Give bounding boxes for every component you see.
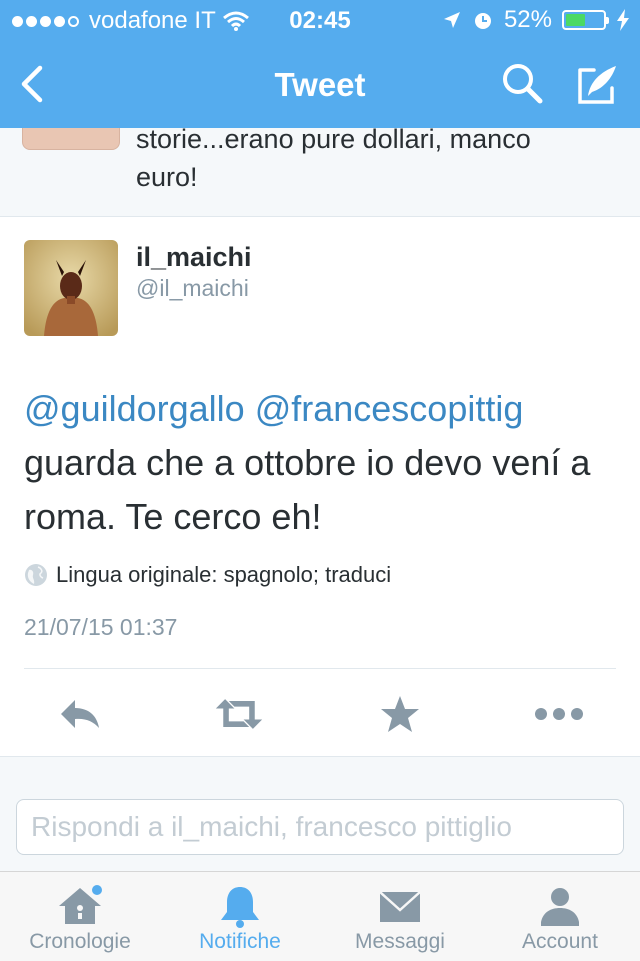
previous-tweet[interactable]: storie...erano pure dollari, manco euro!	[0, 128, 640, 217]
tab-account[interactable]: Account	[480, 872, 640, 961]
tweet-text: @guildorgallo @francescopittig guarda ch…	[24, 382, 620, 544]
battery-percent: 52%	[503, 6, 552, 33]
globe-icon	[25, 564, 47, 586]
avatar[interactable]	[24, 240, 118, 336]
more-options-button[interactable]	[534, 692, 584, 736]
location-arrow-icon	[443, 12, 460, 28]
status-right: 52%	[442, 6, 630, 34]
reply-icon	[61, 700, 99, 728]
tab-label: Messaggi	[355, 930, 445, 953]
user-handle[interactable]: @il_maichi	[136, 275, 249, 302]
envelope-icon	[379, 891, 421, 922]
tab-cronologie[interactable]: Cronologie	[0, 872, 160, 961]
reply-button[interactable]	[55, 692, 105, 736]
battery-icon	[562, 10, 609, 30]
user-display-name[interactable]: il_maichi	[136, 242, 252, 273]
charging-bolt-icon	[617, 9, 629, 31]
tweet-actions	[0, 682, 640, 746]
nav-bar: Tweet	[0, 40, 640, 128]
translate-link[interactable]: Lingua originale: spagnolo; traduci	[24, 562, 391, 588]
favorite-button[interactable]	[375, 692, 425, 736]
mention-link[interactable]: @francescopittig	[255, 388, 524, 429]
reply-bar	[0, 785, 640, 871]
status-bar: vodafone IT 02:45 52%	[0, 0, 640, 40]
compose-tweet-icon[interactable]	[572, 60, 620, 108]
more-dots-icon	[535, 708, 583, 720]
previous-tweet-line: euro!	[136, 162, 198, 192]
divider	[24, 668, 616, 669]
previous-tweet-text: storie...erano pure dollari, manco euro!	[136, 128, 531, 196]
reply-input[interactable]	[16, 799, 624, 855]
tweet-timestamp: 21/07/15 01:37	[24, 614, 178, 640]
tab-label: Account	[522, 930, 598, 953]
retweet-icon	[215, 699, 263, 729]
mention-link[interactable]: @guildorgallo	[24, 388, 245, 429]
tab-label: Cronologie	[29, 930, 131, 953]
top-bar: vodafone IT 02:45 52% Tweet	[0, 0, 640, 128]
previous-tweet-avatar[interactable]	[22, 128, 120, 150]
alarm-clock-icon	[474, 13, 491, 29]
tab-messaggi[interactable]: Messaggi	[320, 872, 480, 961]
tab-label: Notifiche	[199, 930, 281, 953]
star-icon	[381, 696, 419, 732]
previous-tweet-line: storie...erano pure dollari, manco	[136, 128, 531, 154]
tab-notifiche[interactable]: Notifiche	[160, 872, 320, 961]
tweet-body: guarda che a ottobre io devo vení a roma…	[24, 442, 591, 537]
person-icon	[541, 888, 579, 926]
retweet-button[interactable]	[214, 692, 264, 736]
search-icon[interactable]	[498, 60, 546, 108]
language-note: Lingua originale: spagnolo; traduci	[56, 562, 392, 587]
tab-bar: Cronologie Notifiche Messaggi Account	[0, 871, 640, 961]
bell-icon	[221, 887, 259, 928]
section-gap	[0, 756, 640, 786]
home-icon	[59, 885, 102, 924]
